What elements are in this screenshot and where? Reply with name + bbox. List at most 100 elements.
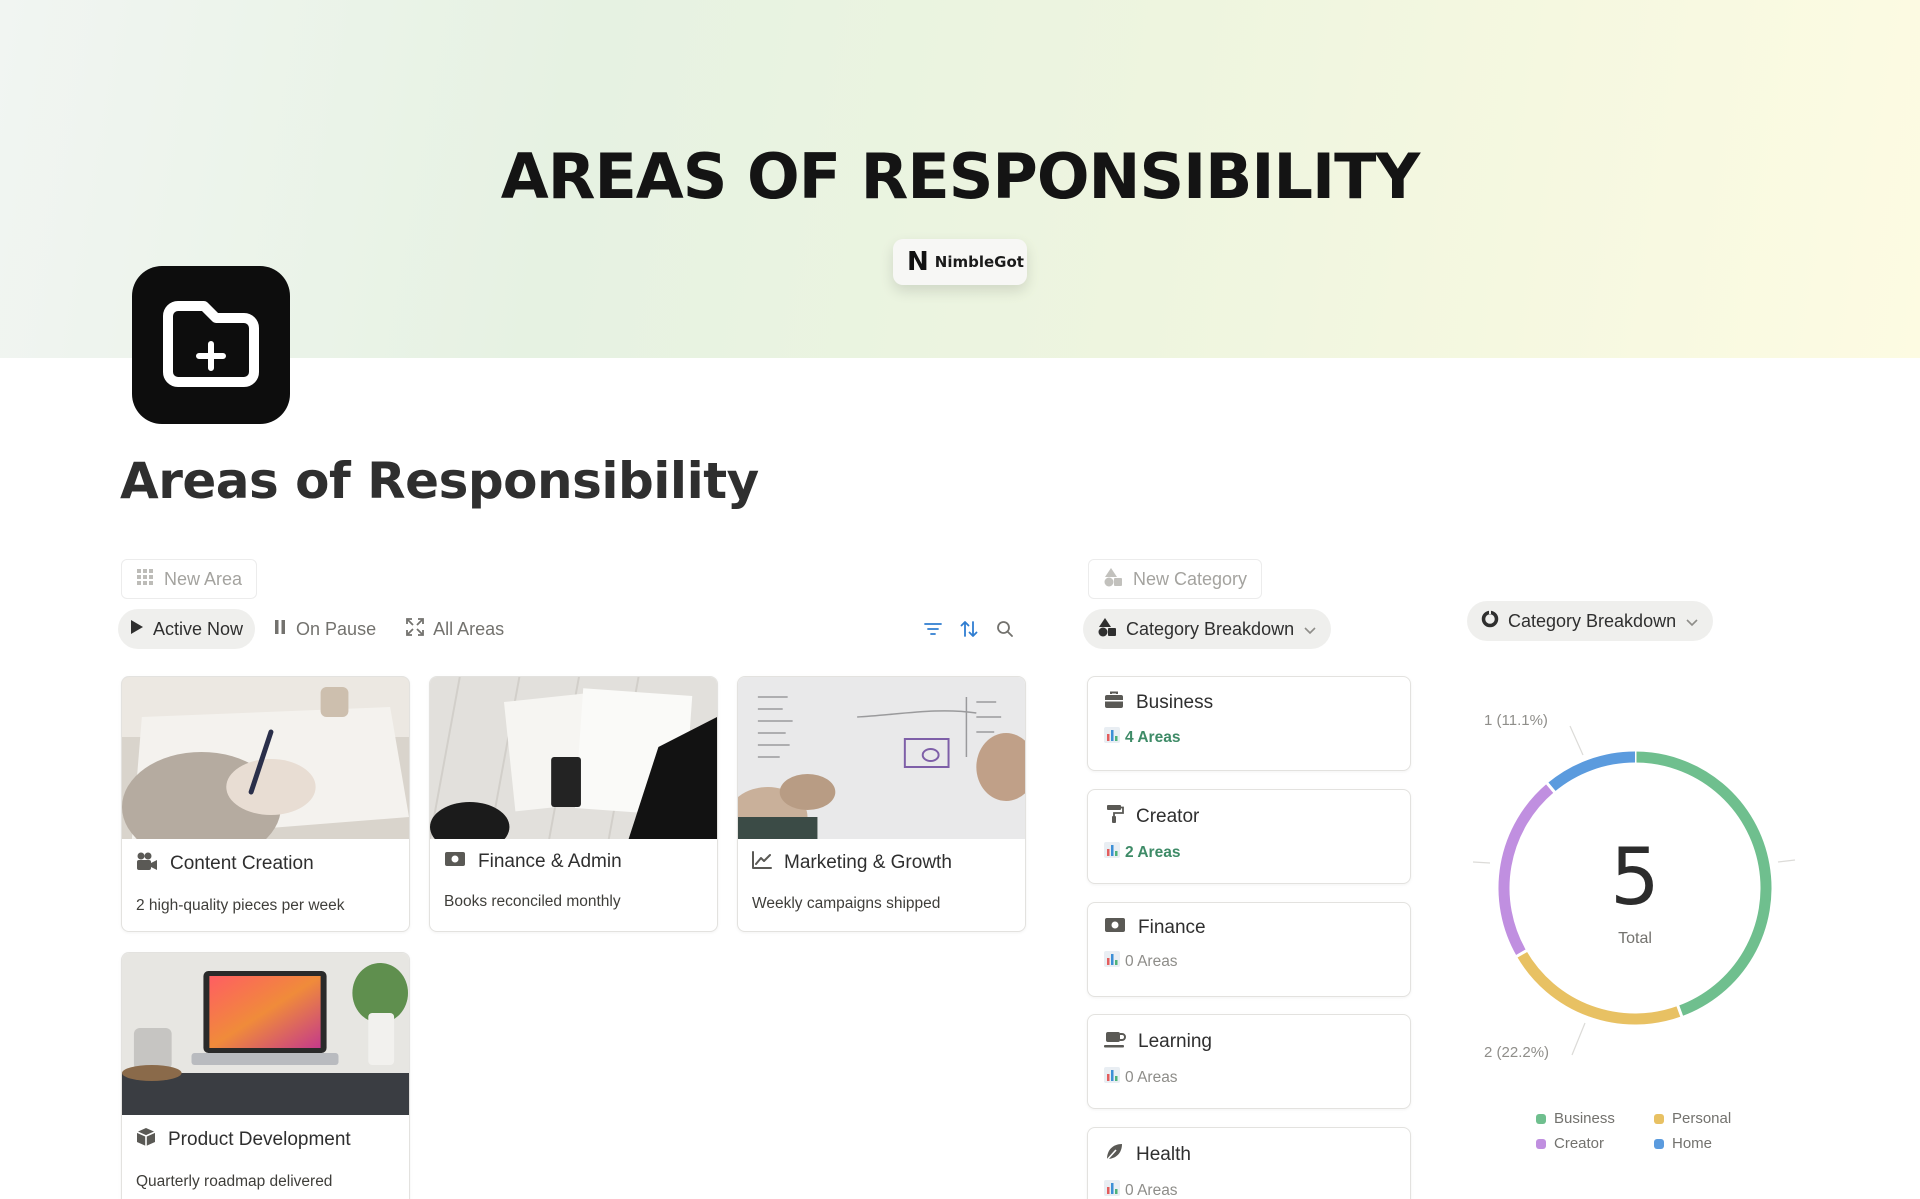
new-area-button[interactable]: New Area [121, 559, 258, 599]
category-name: Finance [1138, 917, 1206, 938]
money-icon [1104, 917, 1126, 939]
card-description: Quarterly roadmap delivered [136, 1173, 333, 1190]
bar-chart-icon [1104, 727, 1120, 748]
page-title: Areas of Responsibility [120, 452, 759, 510]
category-name: Health [1136, 1144, 1191, 1165]
card-description: Weekly campaigns shipped [752, 895, 941, 912]
legend-swatch [1536, 1138, 1546, 1149]
card-cover-image [738, 677, 1025, 839]
new-area-label: New Area [164, 568, 243, 589]
box-icon [136, 1127, 156, 1153]
card-cover-image [430, 677, 717, 839]
legend-label: Business [1554, 1110, 1615, 1127]
brand-name: NimbleGot [934, 253, 1024, 271]
legend-swatch [1536, 1113, 1546, 1124]
legend-label: Personal [1672, 1110, 1732, 1127]
chevron-down-icon [1303, 619, 1317, 640]
slice-separator [1544, 780, 1558, 795]
category-breakdown-view[interactable]: Category Breakdown [1083, 609, 1332, 649]
legend-swatch [1654, 1113, 1664, 1124]
donut-total-value: 5 [1610, 833, 1660, 923]
bar-chart-icon [1104, 842, 1120, 863]
callout-line [1472, 861, 1491, 864]
folder-plus-icon[interactable] [132, 266, 290, 424]
brand-badge[interactable]: N NimbleGot [893, 239, 1027, 285]
brand-logo-icon: N [907, 247, 929, 277]
new-category-label: New Category [1133, 568, 1248, 589]
chart-legend: Business Personal Creator Home [1536, 1110, 1754, 1152]
slice-label-bottom: 2 (22.2%) [1484, 1044, 1550, 1061]
category-name: Creator [1136, 806, 1200, 827]
card-description: 2 high-quality pieces per week [136, 897, 345, 914]
sort-icon[interactable] [958, 617, 980, 641]
video-camera-icon [136, 851, 158, 877]
legend-label: Home [1672, 1135, 1713, 1152]
donut-total-label: Total [1618, 930, 1652, 947]
tab-label: On Pause [296, 618, 377, 639]
legend-item-home[interactable]: Home [1654, 1135, 1754, 1152]
filter-icon[interactable] [922, 617, 944, 641]
donut-chart-icon [1481, 609, 1499, 633]
category-name: Business [1136, 692, 1214, 713]
area-card-marketing-growth[interactable]: Marketing & Growth Weekly campaigns ship… [737, 676, 1026, 932]
card-title: Content Creation [170, 853, 314, 874]
category-card-learning[interactable]: Learning 0 Areas [1087, 1014, 1411, 1109]
card-description: Books reconciled monthly [444, 893, 621, 910]
new-category-button[interactable]: New Category [1088, 559, 1263, 599]
donut-slice-personal[interactable] [1516, 950, 1682, 1025]
category-card-business[interactable]: Business 4 Areas [1087, 676, 1411, 771]
category-card-finance[interactable]: Finance 0 Areas [1087, 902, 1411, 997]
leaf-icon [1104, 1142, 1124, 1168]
category-count: 4 Areas [1125, 728, 1181, 746]
view-tools [922, 617, 1016, 641]
tab-label: All Areas [433, 618, 505, 639]
category-card-health[interactable]: Health 0 Areas [1087, 1127, 1411, 1199]
coffee-cup-icon [1104, 1029, 1126, 1055]
shapes-icon [1097, 617, 1117, 642]
cover-title: AREAS OF RESPONSIBILITY [500, 140, 1421, 213]
callout-line [1571, 1022, 1586, 1056]
bar-chart-icon [1104, 951, 1120, 972]
area-card-finance-admin[interactable]: Finance & Admin Books reconciled monthly [429, 676, 718, 932]
briefcase-icon [1104, 691, 1124, 715]
category-count: 0 Areas [1125, 952, 1178, 970]
legend-swatch [1654, 1138, 1664, 1149]
donut-slice-home[interactable] [1547, 751, 1636, 792]
legend-item-creator[interactable]: Creator [1536, 1135, 1654, 1152]
callout-line [1569, 725, 1584, 756]
category-card-creator[interactable]: Creator 2 Areas [1087, 789, 1411, 884]
tab-active-now[interactable]: Active Now [118, 609, 256, 649]
legend-label: Creator [1554, 1135, 1605, 1152]
area-card-content-creation[interactable]: Content Creation 2 high-quality pieces p… [121, 676, 410, 932]
view-label: Category Breakdown [1508, 610, 1677, 631]
card-cover-image [122, 677, 409, 839]
legend-item-business[interactable]: Business [1536, 1110, 1654, 1127]
callout-line [1777, 859, 1796, 863]
area-card-product-development[interactable]: Product Development Quarterly roadmap de… [121, 952, 410, 1199]
chart-view-dropdown[interactable]: Category Breakdown [1467, 601, 1714, 641]
card-title: Finance & Admin [478, 851, 622, 872]
category-count: 0 Areas [1125, 1068, 1178, 1086]
card-title: Product Development [168, 1129, 351, 1150]
chart-up-icon [752, 851, 772, 875]
slice-separator [1513, 948, 1530, 959]
gallery-grid-icon [136, 568, 154, 591]
play-icon [130, 619, 144, 640]
view-tabs: Active Now On Pause All Areas [118, 609, 516, 649]
card-title: Marketing & Growth [784, 852, 952, 873]
category-name: Learning [1138, 1031, 1212, 1052]
legend-item-personal[interactable]: Personal [1654, 1110, 1754, 1127]
card-cover-image [122, 953, 409, 1115]
bar-chart-icon [1104, 1067, 1120, 1088]
search-icon[interactable] [994, 617, 1016, 641]
expand-icon [406, 617, 424, 641]
shapes-icon [1103, 567, 1123, 592]
chevron-down-icon [1685, 611, 1699, 632]
pause-icon [273, 619, 287, 640]
tab-all-areas[interactable]: All Areas [394, 609, 516, 649]
paint-roller-icon [1104, 804, 1124, 830]
tab-on-pause[interactable]: On Pause [261, 609, 388, 649]
money-icon [444, 851, 466, 873]
slice-separator [1675, 1003, 1684, 1020]
category-count: 0 Areas [1125, 1181, 1178, 1199]
